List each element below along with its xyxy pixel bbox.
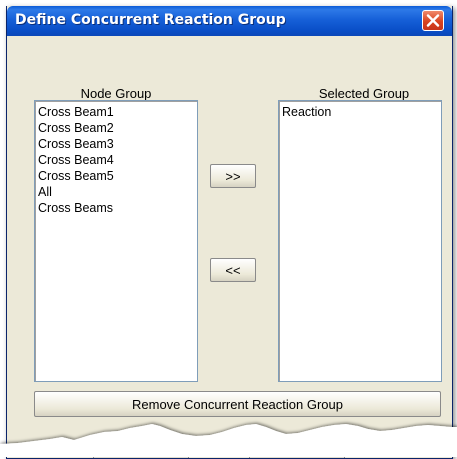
window-title: Define Concurrent Reaction Group — [15, 12, 286, 28]
close-icon — [426, 14, 440, 27]
close-button[interactable] — [422, 10, 444, 31]
list-item[interactable]: Cross Beam1 — [38, 104, 194, 120]
list-item[interactable]: All — [38, 184, 194, 200]
selected-group-list[interactable]: Reaction — [278, 100, 442, 382]
list-item[interactable]: Cross Beam2 — [38, 120, 194, 136]
list-item[interactable]: Reaction — [282, 104, 438, 120]
add-to-group-button[interactable]: >> — [210, 164, 256, 188]
list-item[interactable]: Cross Beams — [38, 200, 194, 216]
remove-from-group-button[interactable]: << — [210, 258, 256, 282]
title-bar[interactable]: Define Concurrent Reaction Group — [7, 6, 452, 36]
list-item[interactable]: Cross Beam3 — [38, 136, 194, 152]
node-group-label: Node Group — [80, 86, 152, 101]
torn-edge — [0, 424, 457, 457]
selected-group-label: Selected Group — [318, 86, 410, 101]
node-group-list[interactable]: Cross Beam1 Cross Beam2 Cross Beam3 Cros… — [34, 100, 198, 382]
remove-concurrent-reaction-group-button[interactable]: Remove Concurrent Reaction Group — [34, 391, 441, 417]
list-item[interactable]: Cross Beam4 — [38, 152, 194, 168]
list-item[interactable]: Cross Beam5 — [38, 168, 194, 184]
dialog-window: Define Concurrent Reaction Group Node Gr… — [6, 6, 453, 459]
